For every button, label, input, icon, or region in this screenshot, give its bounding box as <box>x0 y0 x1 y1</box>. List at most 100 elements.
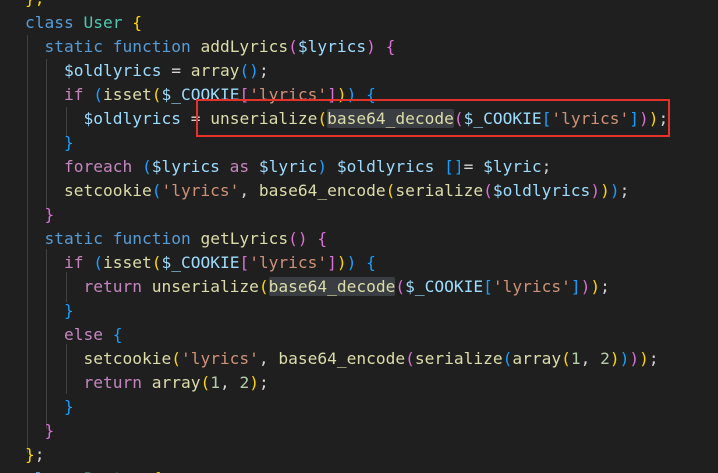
code-token: } <box>63 301 74 320</box>
code-token: function <box>112 229 201 248</box>
code-token: function <box>112 37 201 56</box>
code-token: , <box>219 373 240 392</box>
code-token: [ <box>239 253 250 272</box>
code-token: { <box>152 469 162 473</box>
code-line[interactable]: return array(1, 2); <box>25 371 268 395</box>
code-token: base64_encode <box>278 349 406 368</box>
code-token: ] <box>327 85 337 104</box>
code-token: ) <box>629 349 640 368</box>
code-token: } <box>44 421 55 440</box>
code-token: () <box>239 61 259 80</box>
code-line[interactable]: }; <box>25 443 45 467</box>
code-token: 2 <box>239 373 250 392</box>
code-token: static <box>44 229 113 248</box>
code-line[interactable]: class Pepton { <box>25 467 161 473</box>
code-token: ( <box>93 253 103 272</box>
code-token: ; <box>619 181 630 200</box>
code-token: serialize <box>414 349 503 368</box>
code-line[interactable]: } <box>25 395 74 419</box>
code-token: if <box>63 253 94 272</box>
code-token: 2 <box>600 349 610 368</box>
code-token: ) <box>590 277 601 296</box>
code-token: ( <box>151 85 162 104</box>
code-token: ; <box>648 349 659 368</box>
code-token: serialize <box>395 181 484 200</box>
code-token: $_COOKIE <box>405 277 484 296</box>
code-token: = <box>463 157 484 176</box>
code-token: ) <box>336 85 347 104</box>
code-token: ) <box>600 181 610 200</box>
code-line[interactable]: return unserialize(base64_decode($_COOKI… <box>25 275 610 299</box>
code-token: ) <box>317 157 337 176</box>
code-token: $lyrics <box>297 37 367 56</box>
code-line[interactable]: if (isset($_COOKIE['lyrics'])) { <box>25 251 376 275</box>
code-token: ; <box>34 445 45 464</box>
code-token: { <box>366 85 376 104</box>
code-line[interactable]: if (isset($_COOKIE['lyrics'])) { <box>25 83 376 107</box>
code-token: User <box>83 13 133 32</box>
code-line[interactable]: } <box>25 419 55 443</box>
code-token: getLyrics <box>200 229 289 248</box>
code-token: return <box>83 277 152 296</box>
code-token: ( <box>151 253 162 272</box>
code-token: ) <box>609 181 620 200</box>
code-token: 'lyrics' <box>249 253 328 272</box>
code-token: ( <box>483 181 493 200</box>
code-token: ) <box>366 37 386 56</box>
code-line[interactable]: }; <box>25 0 45 11</box>
code-token: { <box>317 229 328 248</box>
code-token: base64_decode <box>327 109 454 128</box>
code-token: = <box>161 61 191 80</box>
code-token: ) <box>580 277 591 296</box>
code-line[interactable]: } <box>25 203 55 227</box>
code-token: } <box>44 205 55 224</box>
code-token: $_COOKIE <box>161 253 240 272</box>
code-token: ( <box>395 277 406 296</box>
code-token: [ <box>541 109 552 128</box>
code-token: [ <box>239 85 250 104</box>
code-token: isset <box>102 253 152 272</box>
code-token: { <box>132 13 142 32</box>
code-line[interactable]: $oldlyrics = array(); <box>25 59 269 83</box>
code-line[interactable]: } <box>25 131 74 155</box>
code-line[interactable]: foreach ($lyrics as $lyric) $oldlyrics [… <box>25 155 551 179</box>
code-line[interactable]: else { <box>25 323 122 347</box>
code-line[interactable]: class User { <box>25 11 142 35</box>
code-line[interactable]: } <box>25 299 74 323</box>
code-token: array <box>190 61 240 80</box>
code-line[interactable]: setcookie('lyrics', base64_encode(serial… <box>25 347 659 371</box>
code-token: array <box>512 349 562 368</box>
code-line[interactable]: $oldlyrics = unserialize(base64_decode($… <box>25 107 668 131</box>
code-line[interactable]: setcookie('lyrics', base64_encode(serial… <box>25 179 629 203</box>
code-line[interactable]: static function getLyrics() { <box>25 227 328 251</box>
code-token: , <box>258 349 279 368</box>
code-token: $oldlyrics <box>63 61 162 80</box>
code-token: 'lyrics' <box>161 181 240 200</box>
code-token: setcookie <box>83 349 172 368</box>
code-line[interactable]: static function addLyrics($lyrics) { <box>25 35 396 59</box>
code-token: 'lyrics' <box>551 109 630 128</box>
code-token: ( <box>317 109 328 128</box>
code-token: base64_encode <box>258 181 386 200</box>
code-token: ) <box>346 85 367 104</box>
code-token: { <box>112 325 123 344</box>
code-token: ( <box>453 109 464 128</box>
code-token: ] <box>629 109 640 128</box>
code-token: = <box>180 109 211 128</box>
code-token: ) <box>639 109 649 128</box>
code-token: } <box>25 445 35 464</box>
code-token: [ <box>483 277 493 296</box>
code-token: $lyric <box>258 157 318 176</box>
code-token: 'lyrics' <box>492 277 571 296</box>
code-token: ) <box>648 109 659 128</box>
code-editor[interactable]: }; class User { static function addLyrics… <box>0 0 718 473</box>
code-token: , <box>580 349 601 368</box>
code-token: Pepton <box>83 469 151 473</box>
code-token: class <box>25 469 83 473</box>
